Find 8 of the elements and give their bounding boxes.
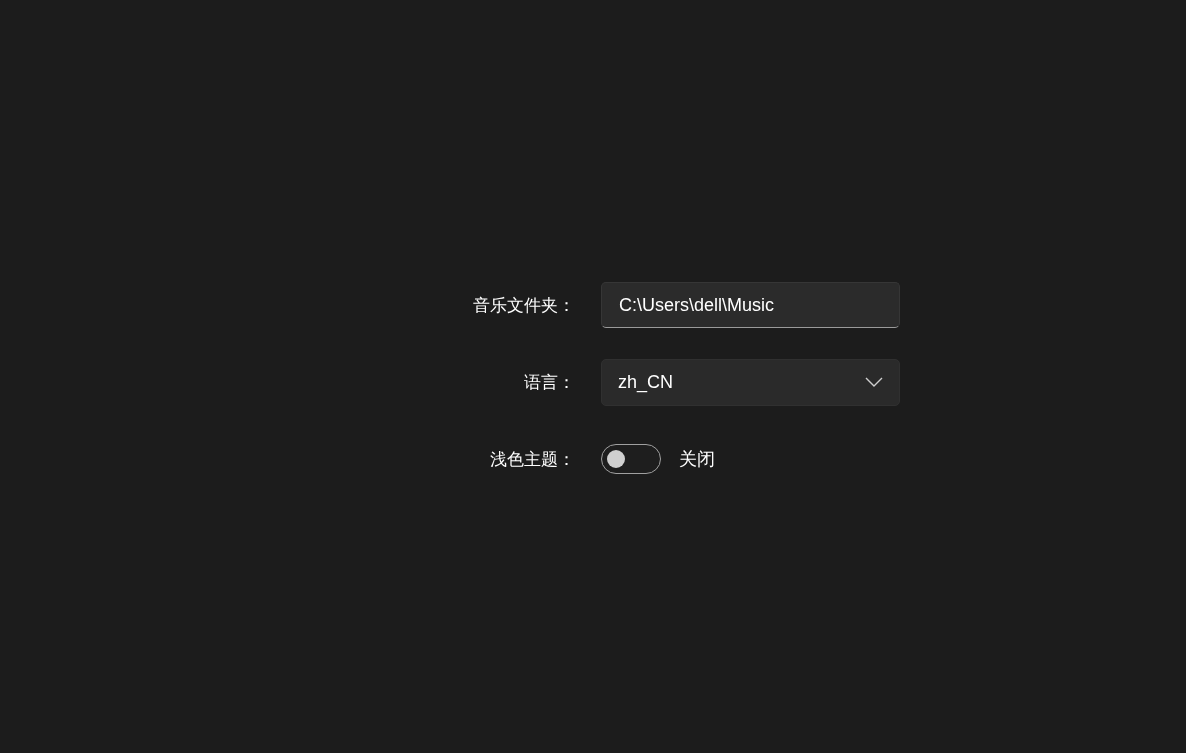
toggle-state-label: 关闭 [679, 448, 715, 471]
setting-label: 浅色主题： [490, 448, 575, 471]
folder-path-field[interactable]: C:\Users\dell\Music [601, 282, 900, 328]
setting-label: 音乐文件夹： [473, 294, 575, 317]
chevron-down-icon [865, 377, 883, 387]
language-dropdown[interactable]: zh_CN [601, 358, 900, 406]
toggle-switch[interactable] [601, 444, 661, 474]
setting-label: 语言： [524, 371, 575, 394]
